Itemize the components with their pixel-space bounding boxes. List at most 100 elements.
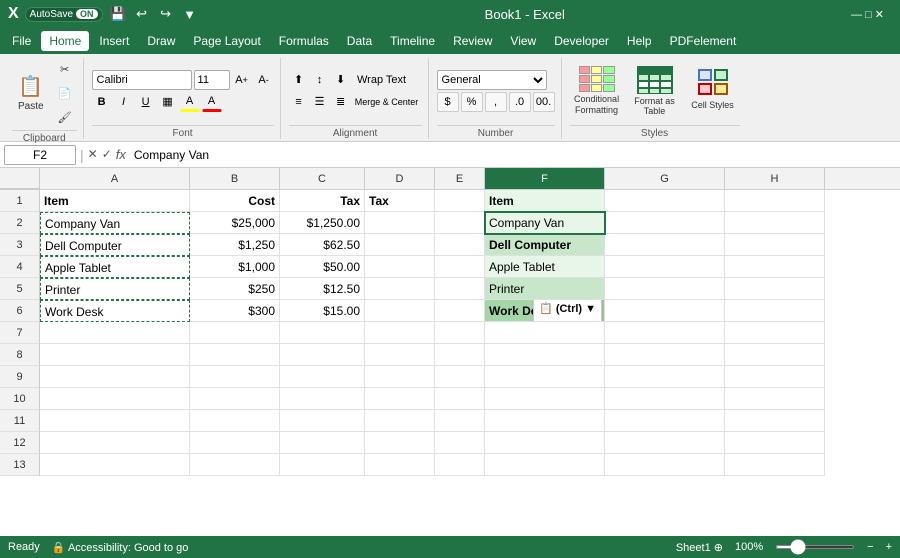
- cell-g3[interactable]: [605, 234, 725, 256]
- cell-d6[interactable]: [365, 300, 435, 322]
- cell-d2[interactable]: [365, 212, 435, 234]
- row-num-11[interactable]: 11: [0, 410, 40, 432]
- cell-f12[interactable]: [485, 432, 605, 454]
- zoom-slider[interactable]: [775, 545, 855, 549]
- font-name-input[interactable]: [92, 70, 192, 90]
- decimal-increase-button[interactable]: .0: [509, 92, 531, 112]
- cell-f7[interactable]: [485, 322, 605, 344]
- menu-timeline[interactable]: Timeline: [382, 31, 443, 51]
- align-left-button[interactable]: ≡: [289, 92, 309, 112]
- cell-e4[interactable]: [435, 256, 485, 278]
- row-num-3[interactable]: 3: [0, 234, 40, 256]
- cell-c4[interactable]: $50.00: [280, 256, 365, 278]
- menu-developer[interactable]: Developer: [546, 31, 617, 51]
- col-header-a[interactable]: A: [40, 168, 190, 189]
- cell-e10[interactable]: [435, 388, 485, 410]
- cell-b1[interactable]: Cost: [190, 190, 280, 212]
- cell-f4[interactable]: Apple Tablet: [485, 256, 605, 278]
- cell-d9[interactable]: [365, 366, 435, 388]
- cell-a4[interactable]: Apple Tablet: [40, 256, 190, 278]
- row-num-12[interactable]: 12: [0, 432, 40, 454]
- align-middle-button[interactable]: ↕: [310, 70, 330, 90]
- cell-e3[interactable]: [435, 234, 485, 256]
- cell-b6[interactable]: $300: [190, 300, 280, 322]
- cell-h13[interactable]: [725, 454, 825, 476]
- more-icon[interactable]: ▼: [181, 5, 199, 23]
- cell-c6[interactable]: $15.00: [280, 300, 365, 322]
- cell-h1[interactable]: [725, 190, 825, 212]
- cell-reference-input[interactable]: [4, 145, 76, 165]
- cell-b3[interactable]: $1,250: [190, 234, 280, 256]
- font-size-increase-button[interactable]: A+: [232, 70, 252, 90]
- cell-h8[interactable]: [725, 344, 825, 366]
- redo-icon[interactable]: ↪: [157, 5, 175, 23]
- undo-icon[interactable]: ↩: [133, 5, 151, 23]
- cell-d11[interactable]: [365, 410, 435, 432]
- cell-d8[interactable]: [365, 344, 435, 366]
- zoom-in-icon[interactable]: +: [886, 541, 892, 553]
- cell-a6[interactable]: Work Desk: [40, 300, 190, 322]
- cell-c2[interactable]: $1,250.00: [280, 212, 365, 234]
- cell-h3[interactable]: [725, 234, 825, 256]
- sheet-tab[interactable]: Sheet1 ⊕: [676, 541, 723, 554]
- row-num-7[interactable]: 7: [0, 322, 40, 344]
- cut-button[interactable]: ✂: [53, 58, 77, 80]
- cell-b10[interactable]: [190, 388, 280, 410]
- row-num-4[interactable]: 4: [0, 256, 40, 278]
- cell-h2[interactable]: [725, 212, 825, 234]
- comma-button[interactable]: ,: [485, 92, 507, 112]
- cancel-formula-icon[interactable]: ✕: [88, 147, 98, 162]
- cell-d13[interactable]: [365, 454, 435, 476]
- cell-g5[interactable]: [605, 278, 725, 300]
- cell-b2[interactable]: $25,000: [190, 212, 280, 234]
- cell-e8[interactable]: [435, 344, 485, 366]
- cell-g10[interactable]: [605, 388, 725, 410]
- align-right-button[interactable]: ≣: [331, 92, 351, 112]
- cell-g2[interactable]: [605, 212, 725, 234]
- menu-formulas[interactable]: Formulas: [271, 31, 337, 51]
- cell-e9[interactable]: [435, 366, 485, 388]
- cell-e12[interactable]: [435, 432, 485, 454]
- cell-b8[interactable]: [190, 344, 280, 366]
- cell-e5[interactable]: [435, 278, 485, 300]
- menu-draw[interactable]: Draw: [139, 31, 183, 51]
- cell-a13[interactable]: [40, 454, 190, 476]
- menu-review[interactable]: Review: [445, 31, 500, 51]
- font-size-decrease-button[interactable]: A-: [254, 70, 274, 90]
- format-painter-button[interactable]: 🖌: [53, 106, 77, 128]
- col-header-e[interactable]: E: [435, 168, 485, 189]
- percent-button[interactable]: %: [461, 92, 483, 112]
- cell-c13[interactable]: [280, 454, 365, 476]
- underline-button[interactable]: U: [136, 92, 156, 112]
- cell-styles-button[interactable]: Cell Styles: [686, 62, 740, 120]
- copy-button[interactable]: 📄: [53, 82, 77, 104]
- number-format-select[interactable]: General: [437, 70, 547, 90]
- cell-d4[interactable]: [365, 256, 435, 278]
- cell-d3[interactable]: [365, 234, 435, 256]
- zoom-out-icon[interactable]: −: [867, 541, 873, 553]
- cell-d1[interactable]: Tax: [365, 190, 435, 212]
- cell-g13[interactable]: [605, 454, 725, 476]
- cell-c1[interactable]: Tax: [280, 190, 365, 212]
- col-header-b[interactable]: B: [190, 168, 280, 189]
- cell-e1[interactable]: [435, 190, 485, 212]
- cell-g9[interactable]: [605, 366, 725, 388]
- conditional-formatting-button[interactable]: Conditional Formatting: [570, 62, 624, 120]
- menu-file[interactable]: File: [4, 31, 39, 51]
- confirm-formula-icon[interactable]: ✓: [102, 147, 112, 162]
- cell-d5[interactable]: [365, 278, 435, 300]
- cell-h4[interactable]: [725, 256, 825, 278]
- font-color-button[interactable]: A: [202, 92, 222, 112]
- cell-b12[interactable]: [190, 432, 280, 454]
- row-num-6[interactable]: 6: [0, 300, 40, 322]
- formula-input[interactable]: [130, 145, 896, 165]
- cell-a10[interactable]: [40, 388, 190, 410]
- cell-f6[interactable]: Work Desk 📋 (Ctrl) ▼: [485, 300, 605, 322]
- cell-h6[interactable]: [725, 300, 825, 322]
- cell-e6[interactable]: [435, 300, 485, 322]
- cell-f1[interactable]: Item: [485, 190, 605, 212]
- cell-a7[interactable]: [40, 322, 190, 344]
- italic-button[interactable]: I: [114, 92, 134, 112]
- cell-a12[interactable]: [40, 432, 190, 454]
- cell-a1[interactable]: Item: [40, 190, 190, 212]
